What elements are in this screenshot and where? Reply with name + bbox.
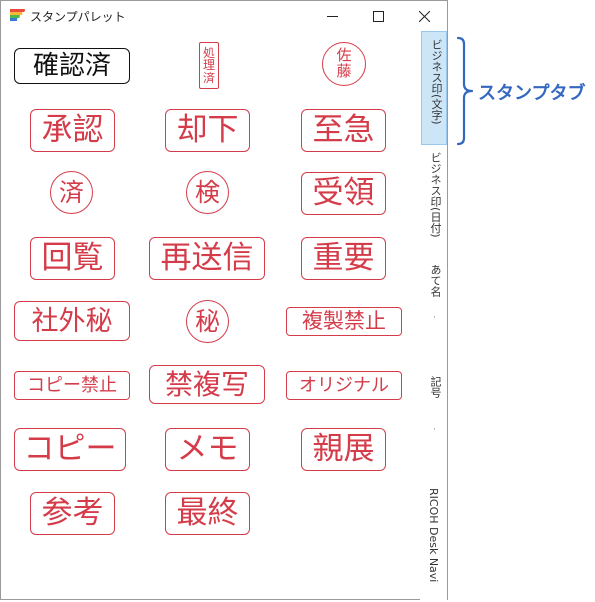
window-title: スタンプパレット	[30, 10, 126, 24]
stamp-memo[interactable]: メモ	[165, 428, 250, 471]
stamp-copykinshi[interactable]: コピー禁止	[14, 371, 130, 400]
app-rainbow-icon	[10, 9, 25, 21]
tab-symbol[interactable]: 記号	[421, 369, 447, 481]
stamp-juyo[interactable]: 重要	[301, 237, 386, 280]
maximize-icon	[373, 11, 384, 22]
close-icon	[419, 11, 430, 22]
minimize-button[interactable]	[309, 1, 355, 31]
stamp-kyakka[interactable]: 却下	[165, 109, 250, 152]
stamp-saishu[interactable]: 最終	[165, 492, 250, 535]
minimize-icon	[327, 16, 338, 17]
stamp-tab-strip: ビジネス印(文字) ビジネス印(日付) あて名 記号 RICOH Desk Na…	[420, 31, 447, 600]
stamp-palette-window: スタンプパレット 確認済 処 理 済 佐 藤 承認 却下 至急 済 検 受領 回…	[0, 0, 448, 600]
title-bar[interactable]: スタンプパレット	[1, 1, 447, 31]
stamp-sumi[interactable]: 済	[50, 171, 93, 214]
close-button[interactable]	[401, 1, 447, 31]
stamp-sanko[interactable]: 参考	[30, 492, 115, 535]
stamp-kinfukusha[interactable]: 禁複写	[149, 365, 265, 404]
tab-ricoh-desk-navi[interactable]: RICOH Desk Navi	[421, 481, 447, 600]
callout-bracket	[456, 36, 474, 146]
stamp-ken[interactable]: 検	[186, 171, 229, 214]
stamp-kakuninzumi[interactable]: 確認済	[14, 48, 130, 84]
callout-label: スタンプタブ	[478, 83, 586, 104]
stamp-shonin[interactable]: 承認	[30, 109, 115, 152]
tab-address[interactable]: あて名	[421, 257, 447, 369]
stamp-sato[interactable]: 佐 藤	[322, 42, 366, 86]
stamp-shikyu[interactable]: 至急	[301, 109, 386, 152]
stamp-kairan[interactable]: 回覧	[30, 237, 115, 280]
tab-business-date[interactable]: ビジネス印(日付)	[421, 145, 447, 257]
stamp-grid: 確認済 処 理 済 佐 藤 承認 却下 至急 済 検 受領 回覧 再送信 重要 …	[1, 31, 420, 600]
stamp-copy[interactable]: コピー	[14, 428, 126, 471]
tab-separator-tick	[434, 204, 435, 206]
stamp-fukuseikinshi[interactable]: 複製禁止	[286, 307, 402, 336]
stamp-shorizumi[interactable]: 処 理 済	[199, 42, 219, 89]
stamp-shinten[interactable]: 親展	[301, 428, 386, 471]
stamp-original[interactable]: オリジナル	[286, 371, 402, 400]
tab-business-text[interactable]: ビジネス印(文字)	[421, 31, 447, 145]
stamp-hi[interactable]: 秘	[186, 300, 229, 343]
stamp-shagaihi[interactable]: 社外秘	[14, 301, 130, 341]
stamp-saisoshin[interactable]: 再送信	[149, 237, 265, 280]
tab-separator-tick	[434, 316, 435, 318]
tab-separator-tick	[434, 428, 435, 430]
maximize-button[interactable]	[355, 1, 401, 31]
stamp-juryo[interactable]: 受領	[301, 172, 386, 215]
